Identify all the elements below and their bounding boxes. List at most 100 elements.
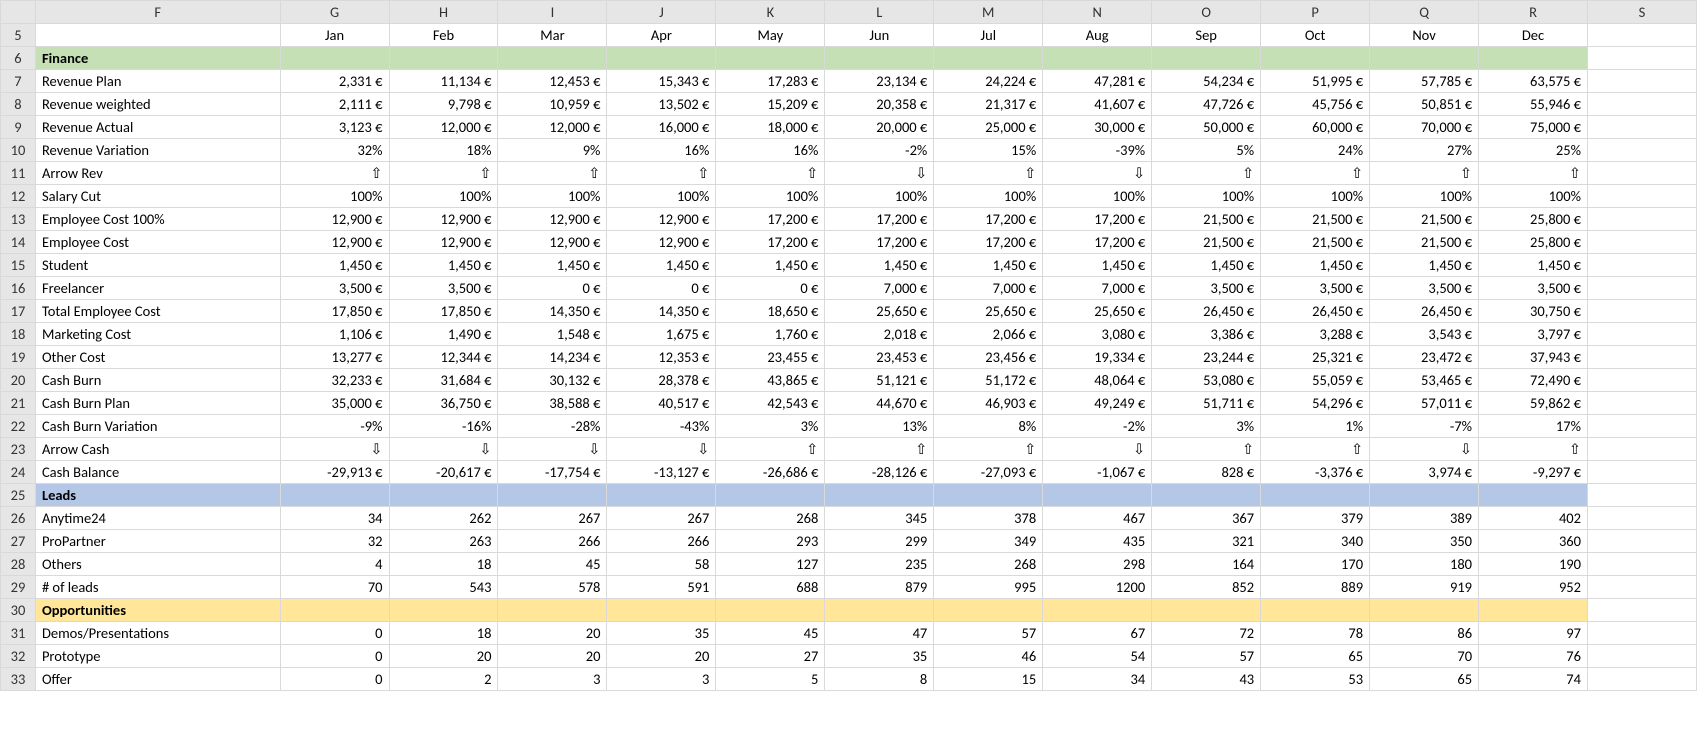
cell-freelancer-oct[interactable]: 3,500 € [1261,277,1370,300]
cell-offer-jul[interactable]: 15 [934,668,1043,691]
cell-revenue-variation-apr[interactable]: 16% [607,139,716,162]
col-header-J[interactable]: J [607,1,716,24]
cell-emp-cost-jan[interactable]: 12,900 € [280,231,389,254]
cell-revenue-weighted-oct[interactable]: 45,756 € [1261,93,1370,116]
cell-anytime24-apr[interactable]: 267 [607,507,716,530]
section-cell[interactable] [607,47,716,70]
cell-revenue-plan-nov[interactable]: 57,785 € [1370,70,1479,93]
cell-cash-burn-mar[interactable]: 30,132 € [498,369,607,392]
cell-cash-balance-sep[interactable]: 828 € [1152,461,1261,484]
cell-empty[interactable] [1588,254,1697,277]
cell-freelancer-feb[interactable]: 3,500 € [389,277,498,300]
section-cell[interactable] [1261,599,1370,622]
row-label-cash-burn-plan[interactable]: Cash Burn Plan [35,392,280,415]
section-cell[interactable] [825,47,934,70]
cell-demos-jul[interactable]: 57 [934,622,1043,645]
row-header-31[interactable]: 31 [1,622,36,645]
cell-revenue-actual-may[interactable]: 18,000 € [716,116,825,139]
cell-anytime24-oct[interactable]: 379 [1261,507,1370,530]
cell-other-cost-jan[interactable]: 13,277 € [280,346,389,369]
row-label-emp-cost-100[interactable]: Employee Cost 100% [35,208,280,231]
cell-arrow-rev-apr[interactable]: ⇧ [607,162,716,185]
cell-anytime24-may[interactable]: 268 [716,507,825,530]
cell-cash-burn-plan-aug[interactable]: 49,249 € [1043,392,1152,415]
cell-emp-cost-100-may[interactable]: 17,200 € [716,208,825,231]
cell-salary-cut-jul[interactable]: 100% [934,185,1043,208]
row-label-demos[interactable]: Demos/Presentations [35,622,280,645]
cell-student-feb[interactable]: 1,450 € [389,254,498,277]
cell-other-cost-apr[interactable]: 12,353 € [607,346,716,369]
section-cell[interactable] [607,599,716,622]
cell-other-cost-jun[interactable]: 23,453 € [825,346,934,369]
cell-others-apr[interactable]: 58 [607,553,716,576]
cell-emp-cost-jul[interactable]: 17,200 € [934,231,1043,254]
cell-revenue-plan-mar[interactable]: 12,453 € [498,70,607,93]
section-cell[interactable] [498,599,607,622]
cell-anytime24-jul[interactable]: 378 [934,507,1043,530]
cell-revenue-variation-jun[interactable]: -2% [825,139,934,162]
cell-cash-balance-jan[interactable]: -29,913 € [280,461,389,484]
cell-revenue-weighted-may[interactable]: 15,209 € [716,93,825,116]
cell-propartner-dec[interactable]: 360 [1479,530,1588,553]
cell-arrow-cash-jun[interactable]: ⇧ [825,438,934,461]
month-dec[interactable]: Dec [1479,24,1588,47]
row-header-9[interactable]: 9 [1,116,36,139]
cell-freelancer-may[interactable]: 0 € [716,277,825,300]
cell-mkt-cost-sep[interactable]: 3,386 € [1152,323,1261,346]
cell-cash-balance-may[interactable]: -26,686 € [716,461,825,484]
cell-salary-cut-apr[interactable]: 100% [607,185,716,208]
cell-freelancer-jun[interactable]: 7,000 € [825,277,934,300]
cell-arrow-cash-aug[interactable]: ⇩ [1043,438,1152,461]
cell-empty[interactable] [1588,622,1697,645]
cell-empty[interactable] [1588,231,1697,254]
cell-arrow-rev-sep[interactable]: ⇧ [1152,162,1261,185]
cell-other-cost-mar[interactable]: 14,234 € [498,346,607,369]
cell-propartner-sep[interactable]: 321 [1152,530,1261,553]
cell-empty[interactable] [1588,162,1697,185]
cell-demos-aug[interactable]: 67 [1043,622,1152,645]
cell-demos-apr[interactable]: 35 [607,622,716,645]
cell-cash-burn-var-jan[interactable]: -9% [280,415,389,438]
section-cell[interactable] [934,484,1043,507]
cell-revenue-variation-jul[interactable]: 15% [934,139,1043,162]
cell-emp-cost-jun[interactable]: 17,200 € [825,231,934,254]
cell-anytime24-mar[interactable]: 267 [498,507,607,530]
cell-emp-cost-oct[interactable]: 21,500 € [1261,231,1370,254]
cell-prototype-dec[interactable]: 76 [1479,645,1588,668]
cell-arrow-cash-mar[interactable]: ⇩ [498,438,607,461]
cell-arrow-cash-oct[interactable]: ⇧ [1261,438,1370,461]
cell-cash-burn-plan-sep[interactable]: 51,711 € [1152,392,1261,415]
cell-leads-count-apr[interactable]: 591 [607,576,716,599]
cell-cash-burn-var-sep[interactable]: 3% [1152,415,1261,438]
cell-leads-count-aug[interactable]: 1200 [1043,576,1152,599]
cell-emp-cost-100-jun[interactable]: 17,200 € [825,208,934,231]
cell-other-cost-oct[interactable]: 25,321 € [1261,346,1370,369]
cell-revenue-plan-feb[interactable]: 11,134 € [389,70,498,93]
row-header-22[interactable]: 22 [1,415,36,438]
cell-cash-burn-var-aug[interactable]: -2% [1043,415,1152,438]
cell-others-sep[interactable]: 164 [1152,553,1261,576]
cell-arrow-cash-nov[interactable]: ⇩ [1370,438,1479,461]
row-header-32[interactable]: 32 [1,645,36,668]
cell-revenue-actual-aug[interactable]: 30,000 € [1043,116,1152,139]
col-header-Q[interactable]: Q [1370,1,1479,24]
cell-leads-count-nov[interactable]: 919 [1370,576,1479,599]
cell-revenue-weighted-jun[interactable]: 20,358 € [825,93,934,116]
section-cell[interactable] [389,47,498,70]
cell-others-oct[interactable]: 170 [1261,553,1370,576]
cell-cash-burn-plan-jun[interactable]: 44,670 € [825,392,934,415]
cell-revenue-plan-jan[interactable]: 2,331 € [280,70,389,93]
cell-total-emp-jun[interactable]: 25,650 € [825,300,934,323]
cell-other-cost-may[interactable]: 23,455 € [716,346,825,369]
cell-revenue-weighted-feb[interactable]: 9,798 € [389,93,498,116]
cell-revenue-variation-aug[interactable]: -39% [1043,139,1152,162]
cell-revenue-weighted-dec[interactable]: 55,946 € [1479,93,1588,116]
section-cell[interactable] [498,484,607,507]
cell-others-aug[interactable]: 298 [1043,553,1152,576]
cell-revenue-variation-may[interactable]: 16% [716,139,825,162]
cell-arrow-rev-oct[interactable]: ⇧ [1261,162,1370,185]
cell-salary-cut-sep[interactable]: 100% [1152,185,1261,208]
row-label-cash-balance[interactable]: Cash Balance [35,461,280,484]
row-header-19[interactable]: 19 [1,346,36,369]
cell-revenue-weighted-mar[interactable]: 10,959 € [498,93,607,116]
